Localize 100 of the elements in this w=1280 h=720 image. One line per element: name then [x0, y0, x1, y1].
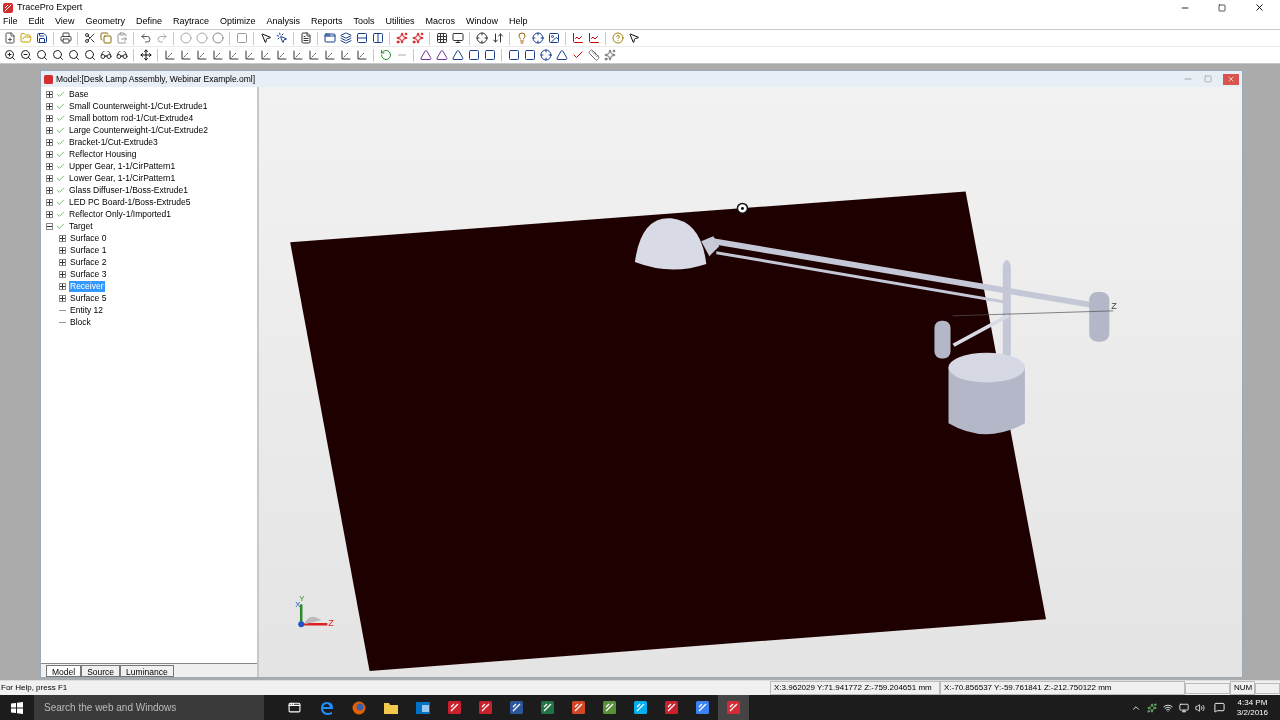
- menu-item[interactable]: View: [55, 15, 75, 29]
- app-icon[interactable]: [479, 701, 492, 714]
- tab[interactable]: Luminance: [120, 665, 174, 677]
- axis-view-icon[interactable]: [355, 49, 368, 61]
- square-icon[interactable]: [507, 49, 520, 61]
- help-pointer-icon[interactable]: [627, 32, 640, 44]
- tree-item[interactable]: Reflector Only-1/Imported1: [68, 208, 173, 220]
- expand-icon[interactable]: [59, 270, 66, 278]
- mail-icon[interactable]: [416, 701, 430, 714]
- expand-icon[interactable]: [46, 162, 53, 170]
- menu-item[interactable]: Tools: [353, 15, 375, 29]
- tree-item[interactable]: Bracket-1/Cut-Extrude3: [68, 136, 159, 148]
- check-icon[interactable]: [571, 49, 584, 61]
- expand-icon[interactable]: [59, 246, 66, 254]
- axis-view-icon[interactable]: [163, 49, 176, 61]
- app-icon[interactable]: [448, 701, 461, 714]
- zoom-icon[interactable]: [67, 49, 80, 61]
- tree-item[interactable]: Glass Diffuser-1/Boss-Extrude1: [68, 184, 189, 196]
- expand-icon[interactable]: [59, 282, 66, 290]
- zoom-out-icon[interactable]: [19, 49, 32, 61]
- close-icon[interactable]: [1254, 2, 1265, 13]
- print-icon[interactable]: [59, 32, 72, 44]
- cursor-icon[interactable]: [736, 202, 749, 215]
- axis-view-icon[interactable]: [243, 49, 256, 61]
- chart-icon[interactable]: [571, 32, 584, 44]
- tree-item[interactable]: Small Counterweight-1/Cut-Extrude1: [68, 100, 209, 112]
- menu-item[interactable]: Window: [466, 15, 499, 29]
- sort-icon[interactable]: [491, 32, 504, 44]
- glasses-icon[interactable]: [115, 49, 128, 61]
- axis-view-icon[interactable]: [323, 49, 336, 61]
- axis-view-icon[interactable]: [195, 49, 208, 61]
- zoom-icon[interactable]: [51, 49, 64, 61]
- clock-time[interactable]: 4:34 PM: [1237, 697, 1268, 708]
- square-icon[interactable]: [523, 49, 536, 61]
- menu-item[interactable]: Analysis: [266, 15, 300, 29]
- crosshair-icon[interactable]: [475, 32, 488, 44]
- tree-item[interactable]: Surface 5: [69, 292, 108, 304]
- document-icon[interactable]: [299, 32, 312, 44]
- restore-icon[interactable]: [1218, 3, 1226, 12]
- rotate-icon[interactable]: [379, 49, 392, 61]
- monitor-icon[interactable]: [1178, 702, 1189, 713]
- menu-item[interactable]: Define: [135, 15, 162, 29]
- cut-icon[interactable]: [83, 32, 96, 44]
- axis-view-icon[interactable]: [339, 49, 352, 61]
- axis-view-icon[interactable]: [259, 49, 272, 61]
- spreadsheet-app-icon[interactable]: [541, 701, 554, 714]
- grid-icon[interactable]: [435, 32, 448, 44]
- expand-icon[interactable]: [46, 102, 53, 110]
- expand-icon[interactable]: [59, 294, 66, 302]
- menu-item[interactable]: Help: [509, 15, 528, 29]
- menu-item[interactable]: Utilities: [385, 15, 415, 29]
- task-view-icon[interactable]: [288, 701, 301, 714]
- tree-item[interactable]: Small bottom rod-1/Cut-Extrude4: [68, 112, 195, 124]
- axis-view-icon[interactable]: [275, 49, 288, 61]
- expand-icon[interactable]: [46, 210, 53, 218]
- tree-item[interactable]: Surface 0: [69, 232, 108, 244]
- tree-item[interactable]: Target: [68, 220, 94, 232]
- bulb-icon[interactable]: [515, 32, 528, 44]
- axis-view-icon[interactable]: [211, 49, 224, 61]
- presentation-app-icon[interactable]: [572, 701, 585, 714]
- app-icon[interactable]: [665, 701, 678, 714]
- axis-view-icon[interactable]: [227, 49, 240, 61]
- notification-icon[interactable]: [1213, 702, 1225, 713]
- browser-icon[interactable]: [320, 700, 334, 715]
- axis-view-icon[interactable]: [307, 49, 320, 61]
- glasses-icon[interactable]: [99, 49, 112, 61]
- new-file-icon[interactable]: [3, 32, 16, 44]
- volume-icon[interactable]: [1194, 702, 1205, 713]
- zoom-icon[interactable]: [35, 49, 48, 61]
- image-icon[interactable]: [547, 32, 560, 44]
- tray-app-icon[interactable]: [1146, 702, 1157, 713]
- axis-view-icon[interactable]: [291, 49, 304, 61]
- menu-item[interactable]: Geometry: [85, 15, 125, 29]
- columns-icon[interactable]: [371, 32, 384, 44]
- close-button[interactable]: [1223, 73, 1239, 85]
- rows-icon[interactable]: [355, 32, 368, 44]
- chart-icon[interactable]: [587, 32, 600, 44]
- tab[interactable]: Source: [81, 665, 121, 677]
- expand-icon[interactable]: [46, 198, 53, 206]
- start-icon[interactable]: [11, 701, 23, 714]
- clock-date[interactable]: 3/2/2016: [1236, 707, 1268, 718]
- expand-icon[interactable]: [46, 90, 53, 98]
- tree-item[interactable]: LED PC Board-1/Boss-Extrude5: [68, 196, 192, 208]
- tree-item[interactable]: Reflector Housing: [68, 148, 138, 160]
- menu-item[interactable]: Optimize: [219, 15, 256, 29]
- menu-item[interactable]: Raytrace: [172, 15, 209, 29]
- expand-icon[interactable]: [59, 258, 66, 266]
- tree-item[interactable]: Block: [69, 316, 92, 328]
- crosshair-icon[interactable]: [539, 49, 552, 61]
- save-icon[interactable]: [35, 32, 48, 44]
- monitor-icon[interactable]: [451, 32, 464, 44]
- expand-icon[interactable]: [46, 114, 53, 122]
- tree-item[interactable]: Lower Gear, 1-1/CirPattern1: [68, 172, 177, 184]
- expand-icon[interactable]: [46, 126, 53, 134]
- cascade-icon[interactable]: [339, 32, 352, 44]
- tree-item[interactable]: Surface 2: [69, 256, 108, 268]
- tree-item[interactable]: Upper Gear, 1-1/CirPattern1: [68, 160, 177, 172]
- folder-icon[interactable]: [384, 701, 398, 714]
- pointer-icon[interactable]: [275, 32, 288, 44]
- search-field[interactable]: Search the web and Windows: [34, 695, 264, 720]
